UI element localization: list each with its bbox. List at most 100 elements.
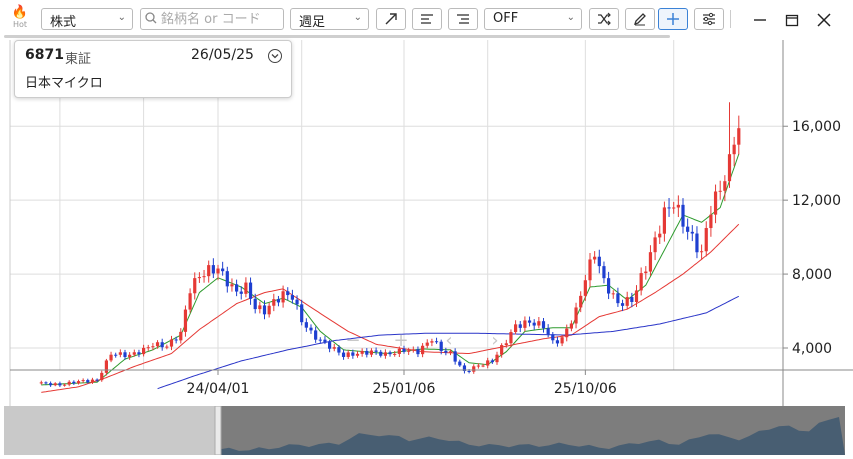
navigator-overview[interactable] [4, 405, 845, 456]
candle-body [155, 342, 160, 347]
candle-body [90, 379, 95, 383]
navigator-handle [214, 405, 222, 456]
candle-body [248, 282, 253, 299]
candle-body [100, 372, 104, 381]
minimize-button[interactable] [750, 10, 770, 30]
candle-body [416, 349, 420, 355]
candle-body [546, 328, 550, 335]
candle-body [235, 284, 239, 292]
candle-body [118, 352, 122, 355]
candle-body [225, 271, 229, 287]
candle-body [160, 342, 164, 348]
chevron-down-icon: ⌄ [117, 12, 126, 23]
candle-body [272, 299, 276, 306]
maximize-icon [785, 14, 799, 27]
candle-body [323, 339, 327, 343]
candle-body [583, 280, 587, 296]
market-select[interactable]: 株式 ⌄ [41, 8, 133, 30]
candle-body [620, 303, 625, 306]
align-left-button[interactable] [412, 8, 442, 30]
candle-body [458, 361, 462, 366]
minimize-icon [754, 19, 766, 21]
close-icon [817, 13, 831, 27]
chevron-down-icon: ⌄ [353, 12, 362, 23]
trendline-button[interactable] [376, 8, 406, 30]
candle-body [430, 341, 434, 343]
candle-body [39, 382, 43, 384]
x-tick-label: 25/10/06 [554, 381, 617, 397]
candle-body [597, 256, 601, 267]
candle-body [267, 305, 271, 315]
candle-body [193, 278, 197, 294]
crosshair-icon [667, 13, 679, 25]
settings-button[interactable] [694, 8, 724, 30]
maximize-button[interactable] [782, 10, 802, 30]
candle-body [704, 228, 708, 252]
candle-body [95, 379, 99, 381]
candle-body [672, 207, 676, 209]
candle-body [653, 237, 657, 253]
candle-body [197, 277, 201, 279]
navigator-unselected [4, 406, 219, 455]
candle-body [718, 190, 722, 192]
align-left-icon [421, 14, 433, 24]
range-navigator[interactable] [4, 405, 845, 456]
scroll-right-button[interactable]: › [482, 330, 508, 352]
candle-body [179, 331, 183, 341]
candle-body [607, 278, 611, 294]
dropdown-circle-icon[interactable] [268, 49, 282, 63]
candle-body [421, 345, 425, 355]
hot-button[interactable]: 🔥 Hot [8, 6, 32, 34]
candle-body [588, 259, 592, 281]
candle-body [169, 339, 174, 347]
candle-body [174, 339, 178, 341]
shuffle-icon [598, 12, 611, 26]
candle-body [579, 295, 583, 308]
candle-body [379, 351, 383, 356]
candle-body [518, 324, 522, 328]
candle-body [286, 291, 290, 296]
candle-body [625, 297, 629, 306]
candle-body [476, 365, 480, 367]
candle-body [658, 233, 662, 238]
chevron-right-icon: › [491, 330, 499, 351]
candle-body [188, 293, 192, 310]
candle-body [681, 204, 685, 227]
candle-body [258, 305, 262, 310]
candle-body [495, 354, 499, 363]
candle-body [574, 307, 578, 324]
candle-body [207, 265, 211, 277]
close-button[interactable] [814, 10, 834, 30]
search-icon [145, 11, 157, 28]
candle-body [76, 381, 81, 384]
zoom-out-button[interactable]: − [340, 330, 366, 352]
candle-body [109, 354, 113, 361]
candle-body [593, 256, 597, 260]
candle-body [630, 297, 634, 302]
crosshair-button[interactable] [658, 8, 688, 30]
horizontal-scrollbar[interactable] [4, 35, 670, 38]
draw-button[interactable] [625, 8, 655, 30]
candle-body [314, 330, 318, 340]
zoom-in-button[interactable]: + [388, 330, 414, 352]
candle-body [221, 268, 225, 272]
candle-body [616, 293, 620, 304]
period-select-value: 週足 [299, 15, 326, 30]
align-right-button[interactable] [448, 8, 478, 30]
candle-body [114, 354, 118, 356]
shuffle-button[interactable] [589, 8, 619, 30]
candle-body [355, 353, 360, 356]
scroll-left-button[interactable]: ‹ [436, 330, 462, 352]
flame-icon: 🔥 [11, 5, 29, 20]
candle-body [81, 380, 85, 382]
search-input[interactable] [161, 10, 289, 28]
candle-body [128, 354, 132, 358]
candle-body [183, 309, 188, 332]
stock-search[interactable] [140, 8, 289, 30]
candle-body [244, 282, 248, 294]
mode-select[interactable]: OFF ⌄ [484, 8, 582, 30]
candle-body [132, 352, 136, 355]
period-select[interactable]: 週足 ⌄ [290, 8, 369, 30]
candle-body [555, 340, 560, 344]
candle-body [713, 191, 718, 215]
